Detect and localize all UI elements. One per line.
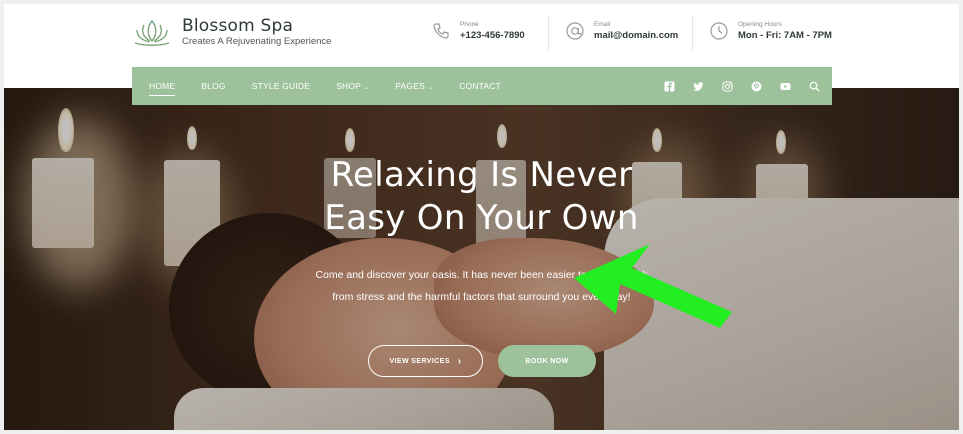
divider: [692, 16, 693, 50]
browser-viewport: Blossom Spa Creates A Rejuvenating Exper…: [4, 4, 959, 430]
lotus-icon: [134, 19, 170, 46]
phone-icon: [430, 20, 452, 42]
chevron-down-icon: ⌄: [364, 85, 370, 91]
chevron-down-icon: ⌄: [427, 85, 434, 91]
clock-icon: [708, 20, 730, 42]
chevron-right-icon: ›: [457, 355, 462, 367]
hero-title-line2: Easy On Your Own: [324, 198, 639, 238]
brand-name[interactable]: Blossom Spa: [182, 16, 331, 36]
nav-style-guide[interactable]: STYLE GUIDE: [252, 81, 310, 91]
youtube-icon[interactable]: [780, 81, 791, 92]
nav-blog[interactable]: BLOG: [201, 81, 225, 91]
twitter-icon[interactable]: [693, 81, 704, 92]
email-label: Email: [594, 21, 611, 28]
hero-overlay: [4, 88, 959, 430]
book-now-button[interactable]: BOOK NOW: [498, 345, 596, 377]
social-links: [646, 67, 820, 105]
nav-pages-label: PAGES: [395, 81, 425, 91]
search-icon[interactable]: [809, 81, 820, 92]
phone-value[interactable]: +123-456-7890: [460, 29, 525, 42]
phone-info: Phone +123-456-7890: [430, 20, 525, 42]
nav-contact[interactable]: CONTACT: [459, 81, 501, 91]
instagram-icon[interactable]: [722, 80, 733, 92]
view-services-button[interactable]: VIEW SERVICES ›: [368, 345, 483, 377]
pinterest-icon[interactable]: [751, 81, 762, 92]
hero-section: Relaxing Is Never Easy On Your Own Come …: [4, 88, 959, 430]
hero-title-line1: Relaxing Is Never: [330, 155, 633, 195]
phone-label: Phone: [460, 21, 479, 28]
nav-shop-label: SHOP: [336, 81, 362, 91]
facebook-icon[interactable]: [664, 81, 675, 92]
main-nav: HOME BLOG STYLE GUIDE SHOP ⌄ PAGES ⌄ CONTA…: [132, 67, 832, 105]
view-services-label: VIEW SERVICES: [389, 357, 450, 365]
book-now-label: BOOK NOW: [525, 357, 569, 365]
hero-title: Relaxing Is Never Easy On Your Own: [4, 154, 959, 240]
nav-pages[interactable]: PAGES ⌄: [395, 81, 433, 91]
at-icon: [564, 20, 586, 42]
brand-tagline: Creates A Rejuvenating Experience: [182, 36, 332, 47]
hours-info: Opening Hours Mon - Fri: 7AM - 7PM: [708, 20, 832, 42]
hours-value: Mon - Fri: 7AM - 7PM: [738, 30, 832, 41]
nav-shop[interactable]: SHOP ⌄: [336, 81, 369, 91]
divider: [548, 16, 549, 50]
arrow-pointer-icon: [574, 244, 732, 328]
hours-label: Opening Hours: [738, 21, 782, 28]
email-value[interactable]: mail@domain.com: [594, 29, 678, 42]
site-logo[interactable]: Blossom Spa Creates A Rejuvenating Exper…: [132, 16, 331, 48]
email-info: Email mail@domain.com: [564, 20, 678, 42]
nav-home[interactable]: HOME: [149, 81, 176, 96]
